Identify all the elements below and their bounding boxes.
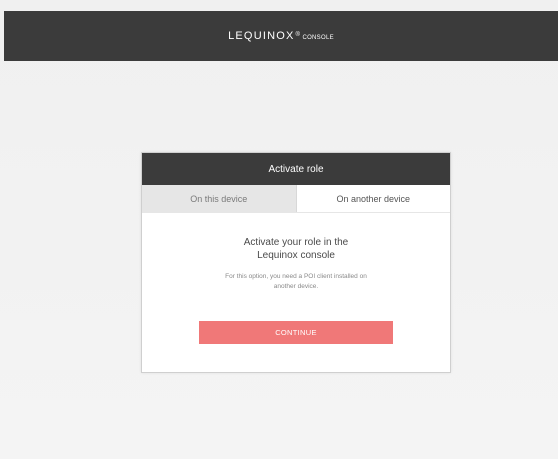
activate-role-dialog: Activate role On this device On another …	[141, 152, 451, 373]
dialog-title: Activate role	[142, 153, 450, 185]
dialog-heading-line1: Activate your role in the	[243, 237, 349, 248]
dialog-heading-line2: Lequinox console	[257, 250, 335, 261]
tab-another-device[interactable]: On another device	[296, 185, 450, 212]
tab-this-device[interactable]: On this device	[142, 185, 297, 212]
registered-mark: ®	[295, 32, 301, 38]
dialog-description-line1: For this option, you need a POI client i…	[225, 273, 367, 280]
page: LEQUINOX ® CONSOLE Activate role On this…	[0, 0, 558, 459]
device-tabs: On this device On another device	[142, 185, 450, 213]
top-bar: LEQUINOX ® CONSOLE	[4, 11, 558, 61]
dialog-description-line2: another device.	[273, 283, 319, 290]
continue-button[interactable]: CONTINUE	[199, 321, 393, 344]
dialog-heading: Activate your role in the Lequinox conso…	[162, 236, 430, 262]
brand-logo: LEQUINOX ® CONSOLE	[228, 30, 334, 42]
brand-subtitle: CONSOLE	[302, 35, 334, 41]
dialog-description: For this option, you need a POI client i…	[162, 272, 430, 292]
dialog-content: Activate your role in the Lequinox conso…	[142, 236, 450, 292]
brand-name: LEQUINOX	[228, 30, 295, 42]
